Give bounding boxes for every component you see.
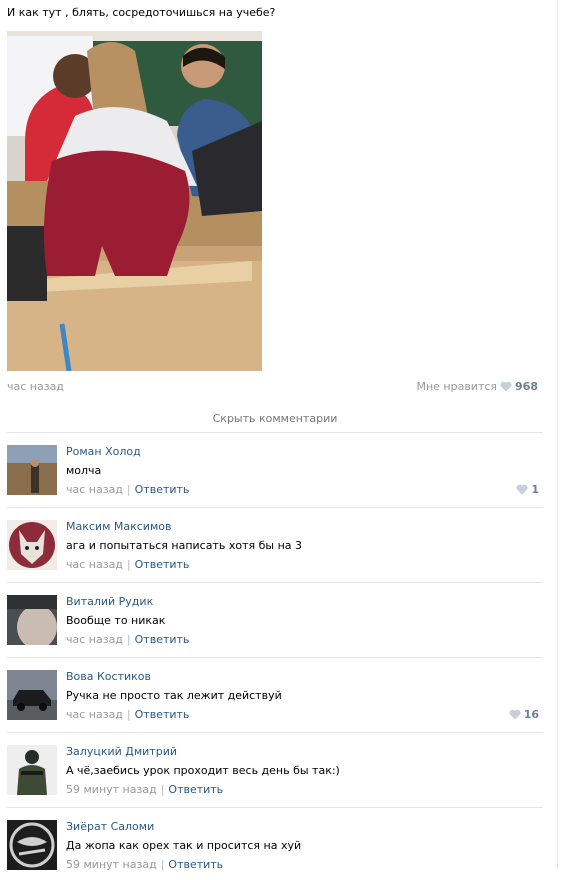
comment-author[interactable]: Роман Холод xyxy=(66,445,141,458)
comment-author[interactable]: Виталий Рудик xyxy=(66,595,153,608)
avatar[interactable] xyxy=(7,745,57,795)
post-time: час назад xyxy=(7,380,64,393)
comment-like-count: 16 xyxy=(523,708,539,721)
comment-item: Максим Максимов ага и попытаться написат… xyxy=(7,520,543,580)
reply-link[interactable]: Ответить xyxy=(168,783,223,796)
comment-meta: час назад | Ответить xyxy=(66,558,190,571)
hide-comments-link[interactable]: Скрыть комментарии xyxy=(7,412,543,425)
comment-author[interactable]: Вова Костиков xyxy=(66,670,151,683)
comment-time: 59 минут назад xyxy=(66,858,157,871)
comment-time: час назад xyxy=(66,633,123,646)
comment-like-button[interactable]: 1 xyxy=(516,483,539,496)
comment-text: Да жопа как орех так и просится на хуй xyxy=(66,839,302,852)
divider xyxy=(7,507,543,508)
comment-text: ага и попытаться написать хотя бы на 3 xyxy=(66,539,303,552)
comment-time: час назад xyxy=(66,483,123,496)
comment-author[interactable]: Залуцкий Дмитрий xyxy=(66,745,177,758)
comment-text: молча xyxy=(66,464,102,477)
comment-like-button[interactable]: 16 xyxy=(509,708,539,721)
like-count: 968 xyxy=(515,380,538,393)
reply-link[interactable]: Ответить xyxy=(135,558,190,571)
reply-link[interactable]: Ответить xyxy=(168,858,223,871)
comment-text: Вообще то никак xyxy=(66,614,166,627)
comment-meta: час назад | Ответить xyxy=(66,483,190,496)
comment-item: Зиёрат Саломи Да жопа как орех так и про… xyxy=(7,820,543,880)
comment-author[interactable]: Зиёрат Саломи xyxy=(66,820,154,833)
comment-meta: час назад | Ответить xyxy=(66,633,190,646)
divider xyxy=(7,732,543,733)
like-label: Мне нравится xyxy=(416,380,498,393)
heart-icon xyxy=(509,709,521,720)
divider xyxy=(7,432,543,433)
comment-time: час назад xyxy=(66,558,123,571)
avatar[interactable] xyxy=(7,520,57,570)
comment-item: Вова Костиков Ручка не просто так лежит … xyxy=(7,670,543,730)
divider xyxy=(7,657,543,658)
reply-link[interactable]: Ответить xyxy=(135,633,190,646)
comment-meta: час назад | Ответить xyxy=(66,708,190,721)
post-meta: час назад Мне нравится 968 xyxy=(7,378,538,394)
page-border xyxy=(557,0,558,869)
comment-time: 59 минут назад xyxy=(66,783,157,796)
comment-time: час назад xyxy=(66,708,123,721)
comment-item: Залуцкий Дмитрий А чё,заебись урок прохо… xyxy=(7,745,543,805)
avatar[interactable] xyxy=(7,445,57,495)
comment-meta: 59 минут назад | Ответить xyxy=(66,783,224,796)
heart-icon xyxy=(500,381,512,392)
reply-link[interactable]: Ответить xyxy=(135,483,190,496)
comment-meta: 59 минут назад | Ответить xyxy=(66,858,224,871)
post-text: И как тут , блять, сосредоточишься на уч… xyxy=(7,6,276,19)
comment-item: Роман Холод молча час назад | Ответить 1 xyxy=(7,445,543,505)
heart-icon xyxy=(516,484,528,495)
comment-text: Ручка не просто так лежит действуй xyxy=(66,689,282,702)
avatar[interactable] xyxy=(7,820,57,870)
comment-text: А чё,заебись урок проходит весь день бы … xyxy=(66,764,340,777)
post-photo[interactable] xyxy=(7,31,262,371)
reply-link[interactable]: Ответить xyxy=(135,708,190,721)
avatar[interactable] xyxy=(7,670,57,720)
comment-item: Виталий Рудик Вообще то никак час назад |… xyxy=(7,595,543,655)
comment-like-count: 1 xyxy=(531,483,539,496)
divider xyxy=(7,807,543,808)
avatar[interactable] xyxy=(7,595,57,645)
divider xyxy=(7,582,543,583)
comment-author[interactable]: Максим Максимов xyxy=(66,520,171,533)
post-like-button[interactable]: Мне нравится 968 xyxy=(416,380,538,393)
